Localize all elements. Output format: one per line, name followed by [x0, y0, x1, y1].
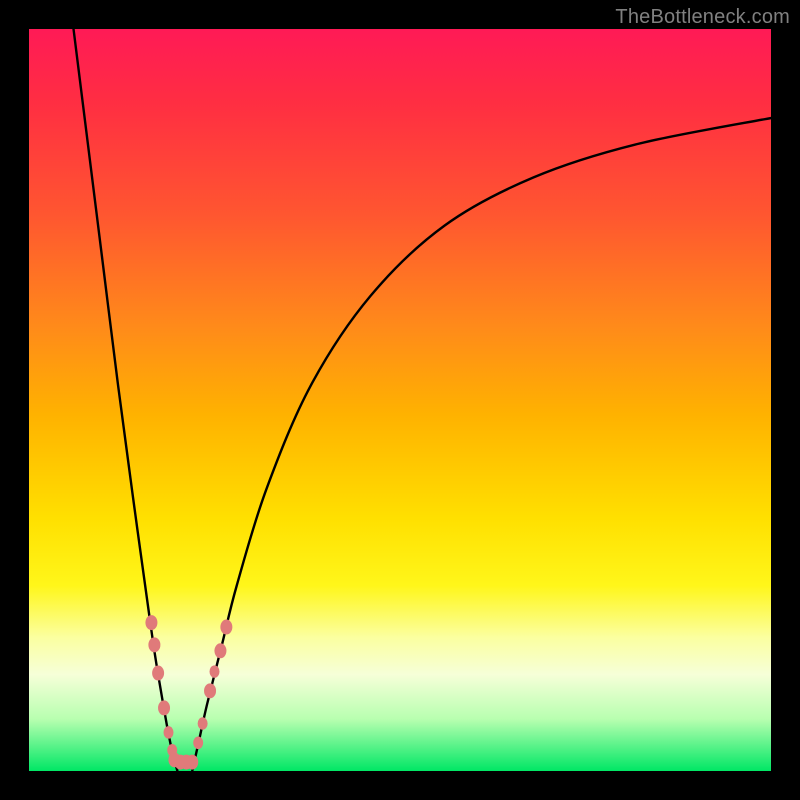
- attribution-text: TheBottleneck.com: [615, 6, 790, 29]
- marker-group: [145, 615, 232, 770]
- right-curve: [192, 118, 771, 771]
- data-marker: [193, 737, 203, 750]
- left-curve: [74, 29, 178, 771]
- chart-frame: TheBottleneck.com: [0, 0, 800, 800]
- data-marker: [214, 643, 226, 658]
- data-marker: [198, 717, 208, 730]
- data-marker: [148, 637, 160, 652]
- data-marker: [204, 683, 216, 698]
- data-marker: [186, 755, 198, 770]
- chart-svg: [29, 29, 771, 771]
- data-marker: [210, 665, 220, 678]
- data-marker: [164, 726, 174, 739]
- plot-area: [29, 29, 771, 771]
- data-marker: [152, 666, 164, 681]
- data-marker: [220, 620, 232, 635]
- data-marker: [145, 615, 157, 630]
- data-marker: [158, 700, 170, 715]
